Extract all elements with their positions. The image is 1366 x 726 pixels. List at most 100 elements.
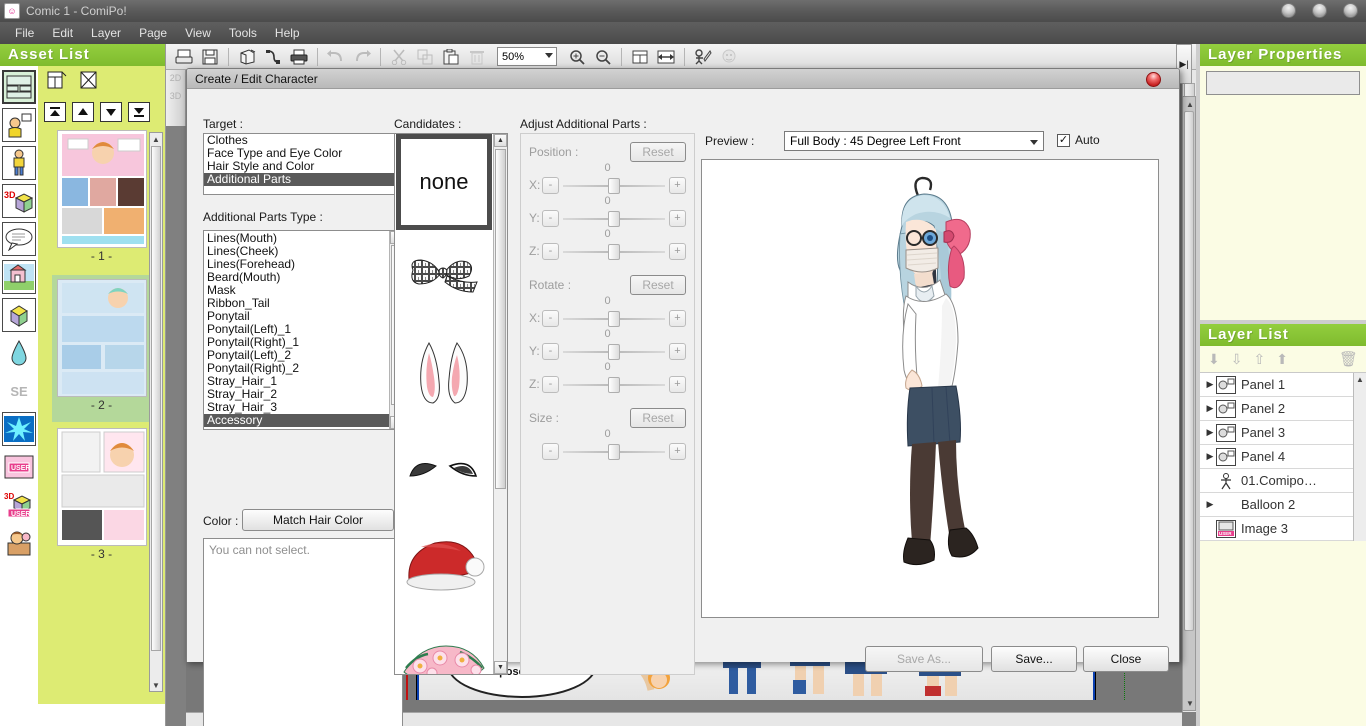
3d-item-icon[interactable]: 3D bbox=[2, 184, 36, 218]
candidate-plaid-ribbon[interactable] bbox=[396, 230, 492, 326]
menu-page[interactable]: Page bbox=[130, 24, 176, 42]
expand-arrow-icon[interactable]: ▶ bbox=[1204, 427, 1216, 438]
scrollbar-thumb[interactable] bbox=[495, 149, 506, 489]
slider-knob[interactable] bbox=[608, 444, 620, 460]
size-plus-button[interactable]: + bbox=[669, 443, 686, 460]
close-window-button[interactable] bbox=[1343, 3, 1358, 18]
slider-knob[interactable] bbox=[608, 311, 620, 327]
scroll-down-arrow[interactable]: ▼ bbox=[150, 679, 162, 691]
position-x-slider[interactable] bbox=[563, 177, 665, 194]
balloon-icon[interactable] bbox=[2, 222, 36, 256]
slider-knob[interactable] bbox=[608, 178, 620, 194]
scroll-up-arrow[interactable]: ▲ bbox=[494, 134, 507, 147]
position-y-slider[interactable] bbox=[563, 210, 665, 227]
slider-knob[interactable] bbox=[608, 244, 620, 260]
rotate-x-slider[interactable] bbox=[563, 310, 665, 327]
slider-knob[interactable] bbox=[608, 344, 620, 360]
save-as-button[interactable]: Save As... bbox=[865, 646, 983, 672]
move-down-icon[interactable]: ⇩ bbox=[1231, 351, 1243, 368]
merge-down-icon[interactable]: ⬇ bbox=[1208, 351, 1220, 368]
match-hair-color-button[interactable]: Match Hair Color bbox=[242, 509, 394, 531]
rotate-y-minus-button[interactable]: - bbox=[542, 343, 559, 360]
parts-item-accessory[interactable]: Accessory bbox=[204, 414, 389, 427]
panel-split-icon[interactable] bbox=[261, 46, 285, 68]
delete-page-button[interactable] bbox=[76, 70, 102, 90]
layer-row-panel-1[interactable]: ▶ Panel 1 bbox=[1200, 373, 1366, 397]
save-icon[interactable] bbox=[198, 46, 222, 68]
tab-3d[interactable]: 3D bbox=[166, 91, 185, 101]
close-button[interactable]: Close bbox=[1083, 646, 1169, 672]
layer-properties-field[interactable] bbox=[1206, 71, 1360, 95]
move-bottom-button[interactable] bbox=[128, 102, 150, 122]
rotate-z-plus-button[interactable]: + bbox=[669, 376, 686, 393]
fit-width-icon[interactable] bbox=[654, 46, 678, 68]
candidates-listbox[interactable]: none bbox=[394, 133, 508, 675]
auto-checkbox[interactable]: ✓ bbox=[1057, 134, 1070, 147]
candidate-none[interactable]: none bbox=[396, 134, 492, 230]
position-z-slider[interactable] bbox=[563, 243, 665, 260]
layer-row-character[interactable]: 01.Comipo… bbox=[1200, 469, 1366, 493]
effect-drop-icon[interactable] bbox=[2, 336, 36, 370]
paste-icon[interactable] bbox=[439, 46, 463, 68]
flash-effect-icon[interactable] bbox=[2, 412, 36, 446]
candidate-flower-crown[interactable] bbox=[396, 614, 492, 675]
position-x-plus-button[interactable]: + bbox=[669, 177, 686, 194]
scrollbar-thumb[interactable] bbox=[1184, 111, 1194, 631]
size-slider[interactable] bbox=[563, 443, 665, 460]
scroll-up-arrow[interactable]: ▲ bbox=[1354, 373, 1366, 385]
preview-pose-combo[interactable]: Full Body : 45 Degree Left Front bbox=[784, 131, 1044, 151]
rotate-z-minus-button[interactable]: - bbox=[542, 376, 559, 393]
scroll-down-arrow[interactable]: ▼ bbox=[1184, 697, 1196, 709]
zoom-in-icon[interactable] bbox=[565, 46, 589, 68]
additional-parts-type-listbox[interactable]: Lines(Mouth) Lines(Cheek) Lines(Forehead… bbox=[203, 230, 403, 430]
scroll-up-arrow[interactable]: ▲ bbox=[150, 133, 162, 145]
zoom-out-icon[interactable] bbox=[591, 46, 615, 68]
user-image-icon[interactable]: USER bbox=[2, 450, 36, 484]
menu-view[interactable]: View bbox=[176, 24, 220, 42]
rotate-x-minus-button[interactable]: - bbox=[542, 310, 559, 327]
move-down-button[interactable] bbox=[100, 102, 122, 122]
position-z-minus-button[interactable]: - bbox=[542, 243, 559, 260]
character-icon[interactable] bbox=[2, 146, 36, 180]
menu-edit[interactable]: Edit bbox=[43, 24, 82, 42]
layer-row-panel-4[interactable]: ▶ Panel 4 bbox=[1200, 445, 1366, 469]
auto-checkbox-group[interactable]: ✓ Auto bbox=[1057, 133, 1100, 147]
save-button[interactable]: Save... bbox=[991, 646, 1077, 672]
rotate-reset-button[interactable]: Reset bbox=[630, 275, 686, 295]
target-item-additional-parts[interactable]: Additional Parts bbox=[204, 173, 402, 186]
position-reset-button[interactable]: Reset bbox=[630, 142, 686, 162]
rotate-y-slider[interactable] bbox=[563, 343, 665, 360]
maximize-button[interactable] bbox=[1312, 3, 1327, 18]
add-page-button[interactable] bbox=[44, 70, 70, 90]
candidates-scrollbar[interactable]: ▲ ▼ bbox=[493, 134, 507, 674]
expand-arrow-icon[interactable]: ▶ bbox=[1204, 379, 1216, 390]
background-icon[interactable] bbox=[2, 260, 36, 294]
position-y-plus-button[interactable]: + bbox=[669, 210, 686, 227]
move-up-button[interactable] bbox=[72, 102, 94, 122]
move-top-button[interactable] bbox=[44, 102, 66, 122]
layer-row-panel-2[interactable]: ▶ Panel 2 bbox=[1200, 397, 1366, 421]
pose-edit-icon[interactable] bbox=[691, 46, 715, 68]
size-reset-button[interactable]: Reset bbox=[630, 408, 686, 428]
mascot-icon[interactable] bbox=[2, 526, 36, 560]
expand-arrow-icon[interactable]: ▶ bbox=[1204, 451, 1216, 462]
layer-row-panel-3[interactable]: ▶ Panel 3 bbox=[1200, 421, 1366, 445]
print-icon[interactable] bbox=[287, 46, 311, 68]
rotate-z-slider[interactable] bbox=[563, 376, 665, 393]
page-layout-icon[interactable] bbox=[2, 70, 36, 104]
menu-tools[interactable]: Tools bbox=[220, 24, 266, 42]
rotate-x-plus-button[interactable]: + bbox=[669, 310, 686, 327]
user-3d-icon[interactable]: 3DUSER bbox=[2, 488, 36, 522]
zoom-level-combo[interactable]: 50% bbox=[497, 47, 557, 66]
scrollbar-thumb[interactable] bbox=[151, 146, 161, 651]
position-z-plus-button[interactable]: + bbox=[669, 243, 686, 260]
expand-arrow-icon[interactable]: ▶ bbox=[1204, 499, 1216, 510]
asset-list-scrollbar[interactable]: ▲ ▼ bbox=[149, 132, 163, 692]
panel-icon[interactable] bbox=[2, 108, 36, 142]
menu-layer[interactable]: Layer bbox=[82, 24, 130, 42]
color-listbox[interactable]: You can not select. bbox=[203, 538, 403, 726]
sound-effect-icon[interactable]: SE bbox=[2, 374, 36, 408]
menu-help[interactable]: Help bbox=[266, 24, 309, 42]
size-minus-button[interactable]: - bbox=[542, 443, 559, 460]
scroll-up-arrow[interactable]: ▲ bbox=[1184, 98, 1196, 110]
